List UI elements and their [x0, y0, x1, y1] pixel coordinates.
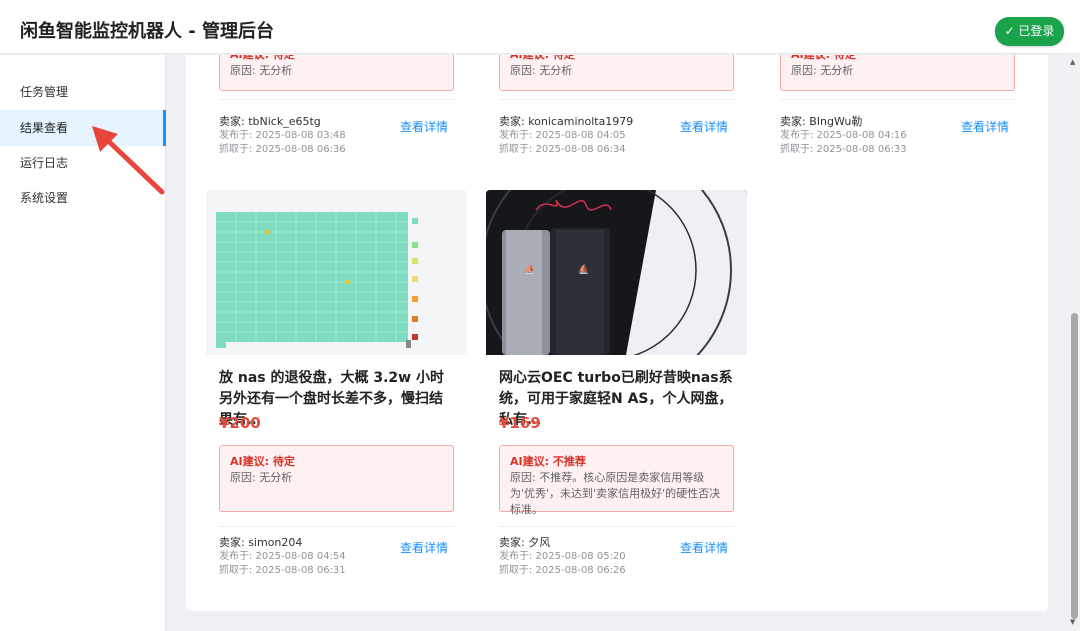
- result-card[interactable]: 放 nas 的退役盘，大概 3.2w 小时 另外还有一个盘时长差不多，慢扫结果有…: [206, 190, 467, 595]
- ai-suggestion-label: AI建议: 待定: [510, 55, 723, 63]
- item-price: ¥200: [219, 414, 261, 432]
- ai-suggestion-box: AI建议: 待定 原因: 无分析: [780, 55, 1015, 91]
- ai-suggestion-box: AI建议: 待定 原因: 无分析: [219, 55, 454, 91]
- view-details-link[interactable]: 查看详情: [680, 118, 728, 135]
- publish-time: 发布于: 2025-08-08 04:05: [499, 130, 626, 141]
- publish-time: 发布于: 2025-08-08 04:16: [780, 130, 907, 141]
- ai-suggestion-box: AI建议: 不推荐 原因: 不推荐。核心原因是卖家信用等级为'优秀'，未达到'卖…: [499, 445, 734, 516]
- scroll-down-icon[interactable]: ▼: [1070, 618, 1075, 626]
- seller-name: 卖家: BIngWu勒: [780, 115, 863, 128]
- results-area: AI建议: 待定 原因: 无分析 卖家: tbNick_e65tg 发布于: 2…: [166, 55, 1068, 631]
- view-details-link[interactable]: 查看详情: [680, 539, 728, 556]
- crawl-time: 抓取于: 2025-08-08 06:34: [499, 144, 626, 155]
- scroll-up-icon[interactable]: ▲: [1070, 58, 1075, 66]
- publish-time: 发布于: 2025-08-08 04:54: [219, 551, 346, 562]
- divider: [780, 99, 1015, 100]
- ai-suggestion-label: AI建议: 待定: [230, 455, 295, 468]
- ai-suggestion-box: AI建议: 待定 原因: 无分析: [499, 55, 734, 91]
- crawl-time: 抓取于: 2025-08-08 06:33: [780, 144, 907, 155]
- ai-reason: 原因: 无分析: [230, 64, 293, 77]
- app-title: 闲鱼智能监控机器人 - 管理后台: [20, 21, 275, 42]
- svg-text:⛵: ⛵: [578, 263, 589, 275]
- ai-suggestion-label: AI建议: 待定: [230, 55, 443, 63]
- view-details-link[interactable]: 查看详情: [400, 118, 448, 135]
- svg-text:⛵: ⛵: [524, 263, 535, 275]
- crawl-time: 抓取于: 2025-08-08 06:26: [499, 565, 626, 576]
- annotation-arrow-icon: [92, 126, 165, 195]
- top-header: 闲鱼智能监控机器人 - 管理后台 ✓ 已登录: [0, 0, 1080, 54]
- divider: [219, 99, 454, 100]
- divider: [219, 526, 454, 527]
- results-panel: AI建议: 待定 原因: 无分析 卖家: tbNick_e65tg 发布于: 2…: [186, 55, 1048, 611]
- seller-name: 卖家: simon204: [219, 536, 303, 549]
- ai-reason: 原因: 无分析: [230, 471, 293, 484]
- ai-suggestion-label: AI建议: 待定: [791, 55, 1004, 63]
- divider: [499, 99, 734, 100]
- publish-time: 发布于: 2025-08-08 05:20: [499, 551, 626, 562]
- ai-reason: 原因: 无分析: [791, 64, 854, 77]
- login-status-button[interactable]: ✓ 已登录: [995, 17, 1064, 46]
- device-photo-image[interactable]: ⛵ ⛵: [486, 190, 747, 355]
- ai-suggestion-box: AI建议: 待定 原因: 无分析: [219, 445, 454, 512]
- crawl-time: 抓取于: 2025-08-08 06:36: [219, 144, 346, 155]
- item-price: ¥169: [499, 414, 541, 432]
- crawl-time: 抓取于: 2025-08-08 06:31: [219, 565, 346, 576]
- seller-name: 卖家: 夕风: [499, 536, 551, 549]
- result-card: AI建议: 待定 原因: 无分析 卖家: BIngWu勒 发布于: 2025-0…: [767, 55, 1028, 225]
- scrollbar[interactable]: ▲ ▼: [1068, 55, 1080, 631]
- disk-scan-image[interactable]: [206, 190, 467, 355]
- view-details-link[interactable]: 查看详情: [400, 539, 448, 556]
- view-details-link[interactable]: 查看详情: [961, 118, 1009, 135]
- divider: [499, 526, 734, 527]
- sidebar-item-tasks[interactable]: 任务管理: [0, 74, 166, 110]
- scrollbar-thumb[interactable]: [1071, 313, 1078, 619]
- ai-suggestion-label: AI建议: 不推荐: [510, 455, 586, 468]
- publish-time: 发布于: 2025-08-08 03:48: [219, 130, 346, 141]
- ai-reason: 原因: 不推荐。核心原因是卖家信用等级为'优秀'，未达到'卖家信用极好'的硬性否…: [510, 471, 721, 516]
- seller-name: 卖家: konicaminolta1979: [499, 115, 634, 128]
- ai-reason: 原因: 无分析: [510, 64, 573, 77]
- seller-name: 卖家: tbNick_e65tg: [219, 115, 321, 128]
- result-card[interactable]: ⛵ ⛵ 网心云OEC turbo已刷好昔映nas系统，可用于家庭轻N AS，个人…: [486, 190, 747, 595]
